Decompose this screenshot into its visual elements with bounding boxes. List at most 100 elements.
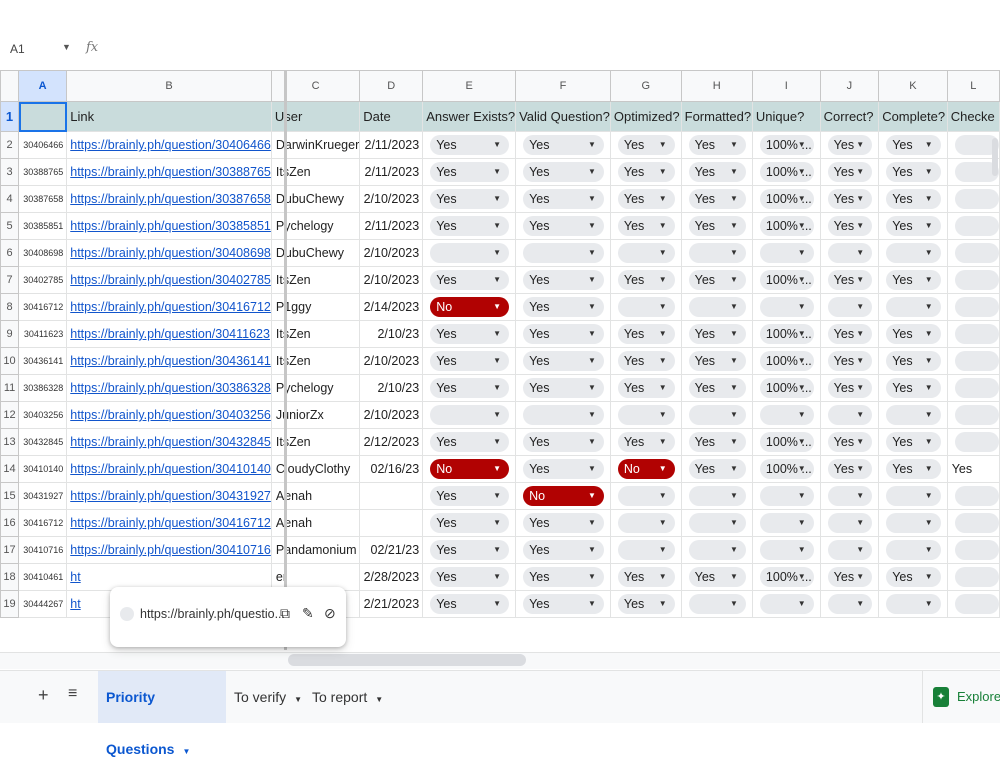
dropdown-chip[interactable]: ▼ bbox=[827, 297, 873, 317]
dropdown-chip[interactable]: Yes ▼ bbox=[430, 540, 510, 560]
dropdown-cell[interactable]: Yes ▼ bbox=[515, 563, 611, 591]
question-id-cell[interactable]: 30408698 bbox=[18, 239, 68, 267]
dropdown-chip[interactable]: ▼ bbox=[688, 243, 746, 263]
name-box[interactable]: A1 bbox=[10, 42, 25, 56]
dropdown-cell[interactable]: ▼ bbox=[878, 239, 948, 267]
dropdown-chip[interactable]: Yes ▼ bbox=[688, 135, 746, 155]
header-cell[interactable]: Link bbox=[66, 101, 272, 132]
dropdown-arrow-icon[interactable]: ▼ bbox=[856, 486, 864, 506]
dropdown-arrow-icon[interactable]: ▼ bbox=[493, 540, 501, 560]
dropdown-chip[interactable]: ▼ bbox=[759, 405, 814, 425]
dropdown-chip[interactable]: 100% ... ▼ bbox=[759, 216, 814, 236]
dropdown-chip[interactable]: Yes ▼ bbox=[430, 270, 510, 290]
link-cell[interactable]: https://brainly.ph/question/30431927 bbox=[66, 482, 272, 510]
dropdown-arrow-icon[interactable]: ▼ bbox=[856, 324, 864, 344]
dropdown-chip[interactable]: 100% ... ▼ bbox=[759, 567, 814, 587]
dropdown-arrow-icon[interactable]: ▼ bbox=[493, 162, 501, 182]
dropdown-cell[interactable]: ▼ bbox=[751, 239, 821, 267]
dropdown-arrow-icon[interactable]: ▼ bbox=[493, 486, 501, 506]
dropdown-chip[interactable]: ▼ bbox=[886, 540, 941, 560]
question-id-cell[interactable]: 30431927 bbox=[18, 482, 68, 510]
dropdown-chip[interactable] bbox=[954, 351, 999, 371]
dropdown-chip[interactable]: ▼ bbox=[827, 594, 873, 614]
dropdown-cell[interactable]: 100% ... ▼ bbox=[751, 212, 821, 240]
date-cell[interactable] bbox=[359, 509, 424, 537]
dropdown-cell[interactable]: Yes ▼ bbox=[609, 563, 682, 591]
dropdown-arrow-icon[interactable]: ▼ bbox=[798, 270, 806, 290]
column-header[interactable]: I bbox=[751, 70, 821, 102]
dropdown-chip[interactable]: Yes ▼ bbox=[886, 216, 941, 236]
checked-cell[interactable] bbox=[946, 509, 1000, 537]
dropdown-chip[interactable]: Yes ▼ bbox=[430, 513, 510, 533]
column-header[interactable]: A bbox=[18, 70, 68, 102]
dropdown-arrow-icon[interactable]: ▼ bbox=[730, 270, 738, 290]
dropdown-cell[interactable]: ▼ bbox=[609, 482, 682, 510]
row-number[interactable]: 5 bbox=[0, 212, 20, 240]
checked-cell[interactable] bbox=[946, 320, 1000, 348]
dropdown-chip[interactable]: Yes ▼ bbox=[617, 216, 675, 236]
dropdown-cell[interactable]: 100% ... ▼ bbox=[751, 347, 821, 375]
dropdown-chip[interactable]: Yes ▼ bbox=[886, 135, 941, 155]
dropdown-arrow-icon[interactable]: ▼ bbox=[798, 351, 806, 371]
dropdown-chip[interactable]: Yes ▼ bbox=[430, 324, 510, 344]
dropdown-arrow-icon[interactable]: ▼ bbox=[659, 243, 667, 263]
dropdown-arrow-icon[interactable]: ▼ bbox=[659, 270, 667, 290]
dropdown-chip[interactable]: Yes ▼ bbox=[688, 351, 746, 371]
checked-cell[interactable] bbox=[946, 401, 1000, 429]
dropdown-chip[interactable]: Yes ▼ bbox=[617, 135, 675, 155]
dropdown-arrow-icon[interactable]: ▼ bbox=[493, 324, 501, 344]
dropdown-arrow-icon[interactable]: ▼ bbox=[856, 243, 864, 263]
dropdown-cell[interactable]: Yes ▼ bbox=[422, 266, 517, 294]
dropdown-arrow-icon[interactable]: ▼ bbox=[588, 432, 596, 452]
dropdown-arrow-icon[interactable]: ▼ bbox=[925, 513, 933, 533]
dropdown-chip[interactable]: Yes ▼ bbox=[523, 270, 604, 290]
dropdown-cell[interactable]: No ▼ bbox=[609, 455, 682, 483]
dropdown-cell[interactable]: ▼ bbox=[680, 401, 753, 429]
dropdown-cell[interactable]: Yes ▼ bbox=[819, 563, 880, 591]
dropdown-cell[interactable]: 100% ... ▼ bbox=[751, 563, 821, 591]
dropdown-chip[interactable]: ▼ bbox=[886, 486, 941, 506]
dropdown-arrow-icon[interactable]: ▼ bbox=[856, 540, 864, 560]
dropdown-chip[interactable]: Yes ▼ bbox=[523, 513, 604, 533]
dropdown-chip[interactable]: No ▼ bbox=[430, 297, 510, 317]
row-number[interactable]: 11 bbox=[0, 374, 20, 402]
dropdown-arrow-icon[interactable]: ▼ bbox=[659, 486, 667, 506]
dropdown-cell[interactable]: ▼ bbox=[609, 509, 682, 537]
dropdown-cell[interactable]: Yes ▼ bbox=[819, 185, 880, 213]
dropdown-chip[interactable]: ▼ bbox=[886, 513, 941, 533]
dropdown-cell[interactable]: Yes ▼ bbox=[422, 428, 517, 456]
dropdown-cell[interactable]: Yes ▼ bbox=[515, 131, 611, 159]
dropdown-arrow-icon[interactable]: ▼ bbox=[856, 513, 864, 533]
dropdown-cell[interactable]: ▼ bbox=[878, 590, 948, 618]
dropdown-cell[interactable]: ▼ bbox=[680, 536, 753, 564]
dropdown-chip[interactable]: Yes ▼ bbox=[617, 378, 675, 398]
dropdown-cell[interactable]: Yes ▼ bbox=[609, 590, 682, 618]
dropdown-cell[interactable]: No ▼ bbox=[422, 455, 517, 483]
dropdown-arrow-icon[interactable]: ▼ bbox=[798, 297, 806, 317]
dropdown-cell[interactable]: Yes ▼ bbox=[609, 185, 682, 213]
dropdown-cell[interactable]: Yes ▼ bbox=[878, 266, 948, 294]
dropdown-arrow-icon[interactable]: ▼ bbox=[798, 216, 806, 236]
dropdown-chip[interactable]: Yes ▼ bbox=[430, 189, 510, 209]
dropdown-chip[interactable]: Yes ▼ bbox=[617, 324, 675, 344]
dropdown-cell[interactable]: Yes ▼ bbox=[878, 455, 948, 483]
dropdown-cell[interactable]: ▼ bbox=[680, 590, 753, 618]
dropdown-chip[interactable]: Yes ▼ bbox=[886, 162, 941, 182]
dropdown-cell[interactable]: Yes ▼ bbox=[680, 158, 753, 186]
dropdown-arrow-icon[interactable]: ▼ bbox=[588, 486, 596, 506]
dropdown-chip[interactable]: ▼ bbox=[759, 594, 814, 614]
dropdown-arrow-icon[interactable]: ▼ bbox=[856, 567, 864, 587]
question-id-cell[interactable]: 30416712 bbox=[18, 293, 68, 321]
dropdown-arrow-icon[interactable]: ▼ bbox=[925, 540, 933, 560]
dropdown-arrow-icon[interactable]: ▼ bbox=[588, 351, 596, 371]
header-cell[interactable]: Correct? bbox=[819, 101, 880, 132]
date-cell[interactable]: 2/10/2023 bbox=[359, 266, 424, 294]
dropdown-arrow-icon[interactable]: ▼ bbox=[588, 567, 596, 587]
dropdown-chip[interactable]: Yes ▼ bbox=[827, 189, 873, 209]
dropdown-chip[interactable]: Yes ▼ bbox=[430, 432, 510, 452]
date-cell[interactable]: 2/10/2023 bbox=[359, 185, 424, 213]
dropdown-arrow-icon[interactable]: ▼ bbox=[659, 189, 667, 209]
dropdown-chip[interactable]: 100% ... ▼ bbox=[759, 270, 814, 290]
dropdown-cell[interactable]: ▼ bbox=[751, 401, 821, 429]
dropdown-chip[interactable]: Yes ▼ bbox=[617, 594, 675, 614]
